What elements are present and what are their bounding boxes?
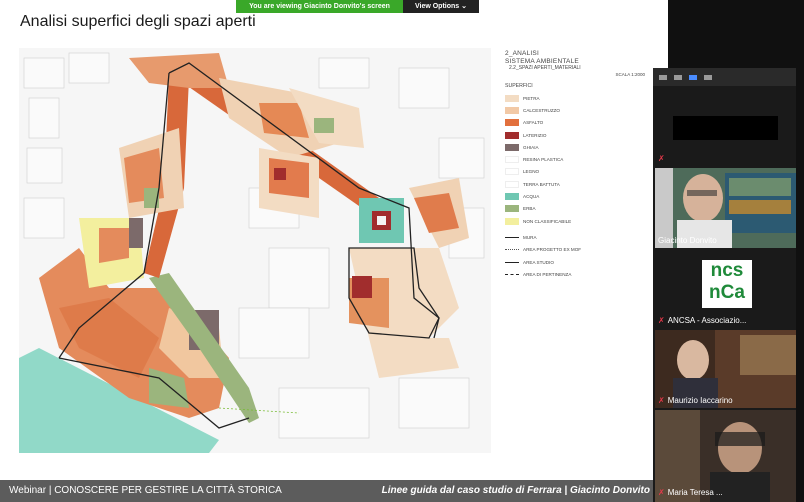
participant-name: Maria Teresa ...	[667, 488, 723, 497]
legend-item: CALCESTRUZZO	[505, 104, 655, 116]
legend-swatch	[505, 131, 519, 139]
participant-tile[interactable]: ✗ Maria Teresa ...	[655, 410, 796, 502]
legend-line-symbol	[505, 271, 519, 278]
legend-swatch	[505, 168, 519, 176]
speaker-view-button[interactable]	[674, 74, 682, 80]
mic-muted-icon: ✗	[658, 154, 665, 163]
legend-item-label: CALCESTRUZZO	[523, 107, 561, 113]
fullscreen-button[interactable]	[704, 74, 712, 80]
legend-line-item: MURA	[505, 231, 655, 243]
legend-item-label: LATERIZIO	[523, 132, 547, 138]
participant-label: ✗ ANCSA - Associazio...	[658, 316, 746, 325]
legend-line-label: AREA DI PERTINENZA	[523, 271, 572, 277]
legend-subheader: 2.2_SPAZI APERTI_MATERIALI	[509, 65, 581, 71]
participant-tile[interactable]: ncs nCa ✗ ANCSA - Associazio...	[655, 250, 796, 328]
chevron-down-icon: ⌄	[461, 3, 468, 10]
viewing-screen-message: You are viewing Giacinto Donvito's scree…	[236, 0, 403, 13]
legend-swatch	[505, 106, 519, 114]
legend-item-label: RESINA PLASTICA	[523, 157, 564, 163]
legend-swatch	[505, 94, 519, 102]
minimize-button[interactable]	[659, 74, 667, 80]
legend-item-label: PIETRA	[523, 95, 540, 101]
footer-right: Linee guida dal caso studio di Ferrara |…	[381, 485, 650, 496]
legend-line-label: MURA	[523, 234, 537, 240]
legend-scale: SCALA 1:2000	[615, 72, 645, 77]
participant-name: ANCSA - Associazio...	[667, 316, 747, 325]
slide-title: Analisi superfici degli spazi aperti	[20, 13, 256, 30]
slide-footer: Webinar | CONOSCERE PER GESTIRE LA CITTÀ…	[0, 480, 668, 502]
legend-item: GHIAIA	[505, 141, 655, 153]
participant-label: ✗ Maurizio Iaccarino	[658, 396, 733, 405]
legend-item: ASFALTO	[505, 117, 655, 129]
legend-items: PIETRA CALCESTRUZZO ASFALTO LATERIZIO GHIAIA…	[505, 92, 655, 227]
ancsa-logo: ncs nCa	[702, 260, 752, 308]
legend-item-label: ASFALTO	[523, 120, 544, 126]
legend-swatch	[505, 205, 519, 213]
legend-item-label: ERBA	[523, 206, 536, 212]
legend-item: PIETRA	[505, 92, 655, 104]
legend-item-label: GHIAIA	[523, 144, 539, 150]
legend-header-2: SISTEMA AMBIENTALE	[505, 57, 579, 65]
participant-tile[interactable]: Giacinto Donvito	[655, 168, 796, 248]
participant-label: ✗	[658, 154, 665, 163]
legend-line-label: AREA STUDIO	[523, 259, 554, 265]
legend-line-item: AREA DI PERTINENZA	[505, 268, 655, 280]
footer-left: Webinar | CONOSCERE PER GESTIRE LA CITTÀ…	[9, 485, 282, 496]
legend-item: RESINA PLASTICA	[505, 153, 655, 165]
mic-muted-icon: ✗	[658, 316, 665, 325]
legend-item: ERBA	[505, 203, 655, 215]
participant-tile[interactable]: ✗ Maurizio Iaccarino	[655, 330, 796, 408]
legend-item-label: NON CLASSIFICABILE	[523, 218, 572, 224]
legend-item-label: ACQUA	[523, 194, 540, 200]
participant-name: Giacinto Donvito	[658, 236, 717, 245]
participant-name-redacted	[673, 116, 778, 140]
legend-section-title: SUPERFICI	[505, 83, 533, 89]
legend-swatch	[505, 217, 519, 225]
view-options-button[interactable]: View Options ⌄	[403, 0, 479, 13]
legend-line-label: AREA PROGETTO EX MOF	[523, 247, 582, 253]
legend-line-item: AREA STUDIO	[505, 256, 655, 268]
gallery-view-button[interactable]	[689, 74, 697, 80]
legend-lines: MURA AREA PROGETTO EX MOF AREA STUDIO AREA …	[505, 231, 655, 280]
mic-muted-icon: ✗	[658, 488, 665, 497]
legend-line-symbol	[505, 234, 519, 241]
shared-slide: Analisi superfici degli spazi aperti 2_A…	[0, 0, 668, 502]
participant-label: ✗ Maria Teresa ...	[658, 488, 723, 497]
map-legend: 2_ANALISI SISTEMA AMBIENTALE 2.2_SPAZI A…	[505, 50, 655, 290]
screen-share-window: Analisi superfici degli spazi aperti 2_A…	[0, 0, 804, 502]
legend-item: ACQUA	[505, 190, 655, 202]
legend-line-symbol	[505, 259, 519, 266]
participant-name: Maurizio Iaccarino	[667, 396, 733, 405]
legend-line-item: AREA PROGETTO EX MOF	[505, 244, 655, 256]
legend-swatch	[505, 156, 519, 164]
legend-item: LATERIZIO	[505, 129, 655, 141]
legend-item: LEGNO	[505, 166, 655, 178]
legend-line-symbol	[505, 246, 519, 253]
legend-swatch	[505, 180, 519, 188]
legend-item-label: TERRA BATTUTA	[523, 181, 560, 187]
legend-header-1: 2_ANALISI	[505, 50, 539, 57]
gallery-toolbar	[653, 68, 796, 86]
legend-item: TERRA BATTUTA	[505, 178, 655, 190]
legend-swatch	[505, 143, 519, 151]
legend-swatch	[505, 119, 519, 127]
legend-item: NON CLASSIFICABILE	[505, 215, 655, 227]
participant-tile[interactable]: ✗	[655, 88, 796, 166]
legend-item-label: LEGNO	[523, 169, 540, 175]
map-drawing	[19, 48, 491, 453]
legend-swatch	[505, 193, 519, 201]
participant-label: Giacinto Donvito	[658, 236, 717, 245]
site-map	[19, 48, 491, 453]
mic-muted-icon: ✗	[658, 396, 665, 405]
screen-share-banner: You are viewing Giacinto Donvito's scree…	[236, 0, 479, 13]
view-options-label: View Options	[414, 3, 460, 10]
participant-gallery: ✗ Giacinto Donvito ncs nCa ✗ ANCSA - Ass…	[653, 68, 796, 502]
